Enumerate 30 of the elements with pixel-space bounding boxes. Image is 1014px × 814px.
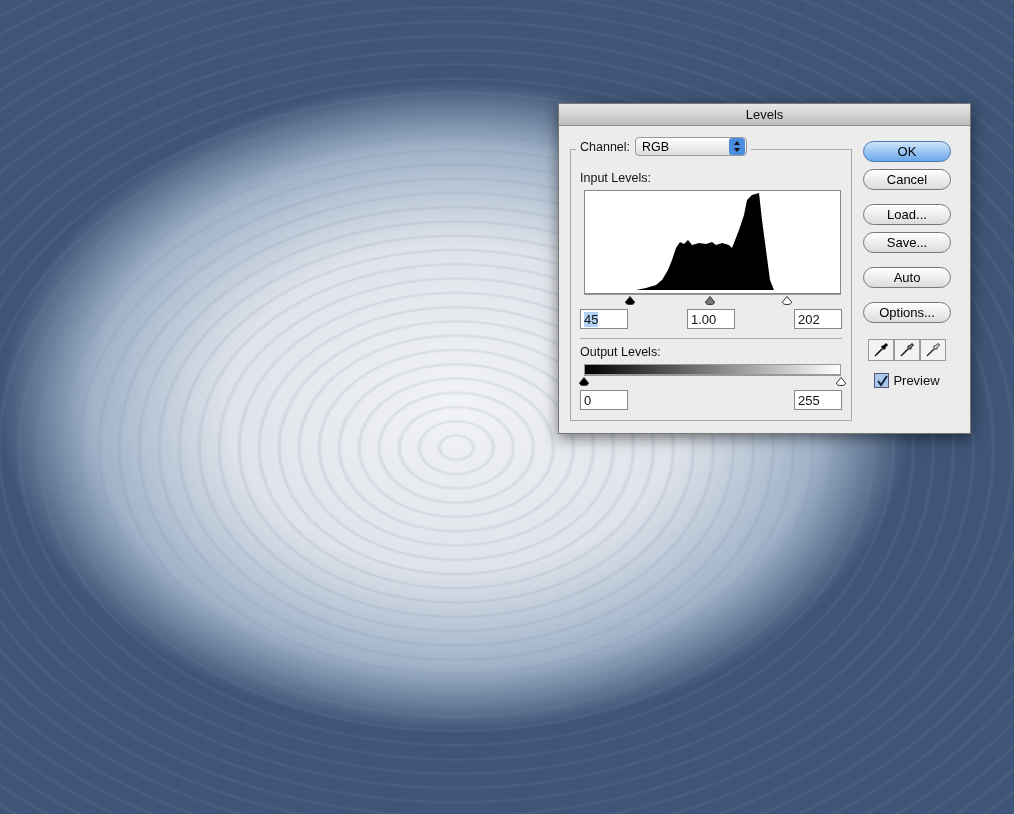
stepper-icon <box>729 138 746 155</box>
eyedropper-button[interactable] <box>868 339 894 361</box>
channel-dropdown[interactable]: RGB <box>635 137 748 156</box>
checkmark-icon <box>875 374 888 387</box>
slider-thumb[interactable] <box>782 296 792 305</box>
dialog-button[interactable]: Auto <box>863 267 951 288</box>
output-levels-label: Output Levels: <box>580 345 662 359</box>
eyedropper-icon <box>873 342 889 358</box>
eyedropper-button[interactable] <box>894 339 920 361</box>
dialog-title: Levels <box>559 104 970 126</box>
slider-thumb[interactable] <box>579 377 589 386</box>
output-level-field[interactable]: 255 <box>794 390 842 410</box>
input-level-field[interactable]: 45 <box>580 309 628 329</box>
dialog-button[interactable]: Cancel <box>863 169 951 190</box>
dialog-button[interactable]: OK <box>863 141 951 162</box>
slider-thumb[interactable] <box>625 296 636 305</box>
dialog-button[interactable]: Options... <box>863 302 951 323</box>
input-level-field[interactable]: 1.00 <box>687 309 735 329</box>
preview-label: Preview <box>893 373 940 388</box>
input-levels-label: Input Levels: <box>580 171 652 185</box>
eyedropper-icon <box>899 342 915 358</box>
dialog-button[interactable]: Save... <box>863 232 951 253</box>
eyedropper-icon <box>925 342 941 358</box>
slider-thumb[interactable] <box>704 296 715 305</box>
dialog-button[interactable]: Load... <box>863 204 951 225</box>
slider-thumb[interactable] <box>836 377 846 386</box>
input-level-field[interactable]: 202 <box>794 309 842 329</box>
output-level-field[interactable]: 0 <box>580 390 628 410</box>
preview-checkbox[interactable] <box>874 373 890 388</box>
channel-label: Channel: <box>580 139 631 154</box>
